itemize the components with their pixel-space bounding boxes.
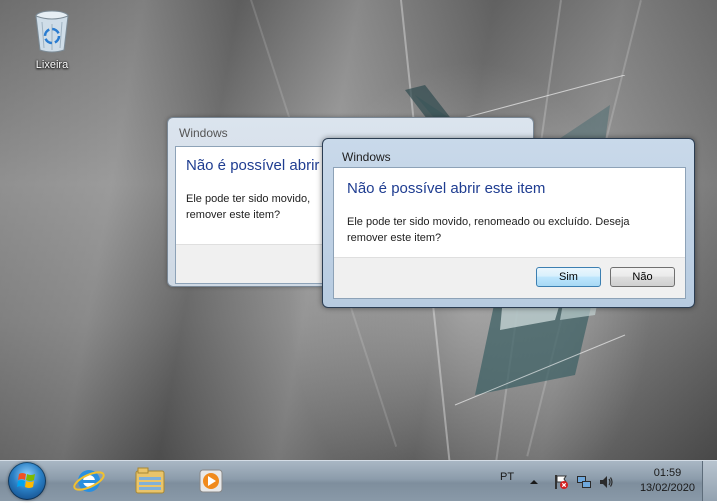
dialog-heading: Não é possível abrir: [186, 157, 320, 174]
dialog-heading: Não é possível abrir este item: [347, 180, 546, 197]
clock-time: 01:59: [653, 467, 682, 479]
windows-explorer-icon: [135, 467, 165, 494]
taskbar-ie-button[interactable]: [63, 464, 115, 498]
desktop-icon-recycle-bin[interactable]: Lixeira: [24, 8, 80, 71]
dialog-footer: Sim Não: [334, 257, 685, 298]
volume-icon[interactable]: [598, 474, 614, 490]
dialog-message-line: remover este item?: [186, 209, 281, 221]
taskbar-explorer-button[interactable]: [124, 464, 176, 498]
start-button[interactable]: [8, 462, 46, 500]
show-desktop-button[interactable]: [702, 461, 717, 501]
dialog-message-line: Ele pode ter sido movido, renomeado ou e…: [347, 216, 630, 228]
dialog-title: Windows: [342, 150, 391, 164]
action-center-flag-icon[interactable]: [553, 474, 569, 490]
dialog-message: Ele pode ter sido movido, renomeado ou e…: [347, 214, 630, 246]
desktop-icon-label: Lixeira: [35, 59, 69, 71]
taskbar-media-player-button[interactable]: [185, 464, 237, 498]
dialog-message-line: remover este item?: [347, 232, 442, 244]
dialog-title: Windows: [179, 126, 228, 140]
show-hidden-icons-chevron[interactable]: [529, 477, 539, 487]
dialog-body: Não é possível abrir este item Ele pode …: [333, 167, 686, 299]
media-player-icon: [199, 469, 223, 493]
dialog-message-line: Ele pode ter sido movido,: [186, 193, 311, 205]
internet-explorer-icon: [73, 470, 105, 492]
system-clock[interactable]: 01:59 13/02/2020: [640, 466, 695, 496]
yes-button[interactable]: Sim: [536, 267, 601, 287]
recycle-bin-icon: [35, 10, 69, 53]
clock-date: 13/02/2020: [639, 482, 695, 494]
taskbar: PT 01:59 13/02/2020: [0, 460, 717, 501]
windows-flag-icon: [17, 473, 35, 488]
network-icon[interactable]: [576, 474, 592, 490]
desktop: Lixeira Windows Não é possível abrir Ele…: [0, 0, 717, 460]
language-indicator[interactable]: PT: [500, 471, 514, 483]
dialog-message: Ele pode ter sido movido, remover este i…: [186, 191, 310, 223]
no-button[interactable]: Não: [610, 267, 675, 287]
error-dialog[interactable]: Windows Não é possível abrir este item E…: [322, 138, 695, 308]
